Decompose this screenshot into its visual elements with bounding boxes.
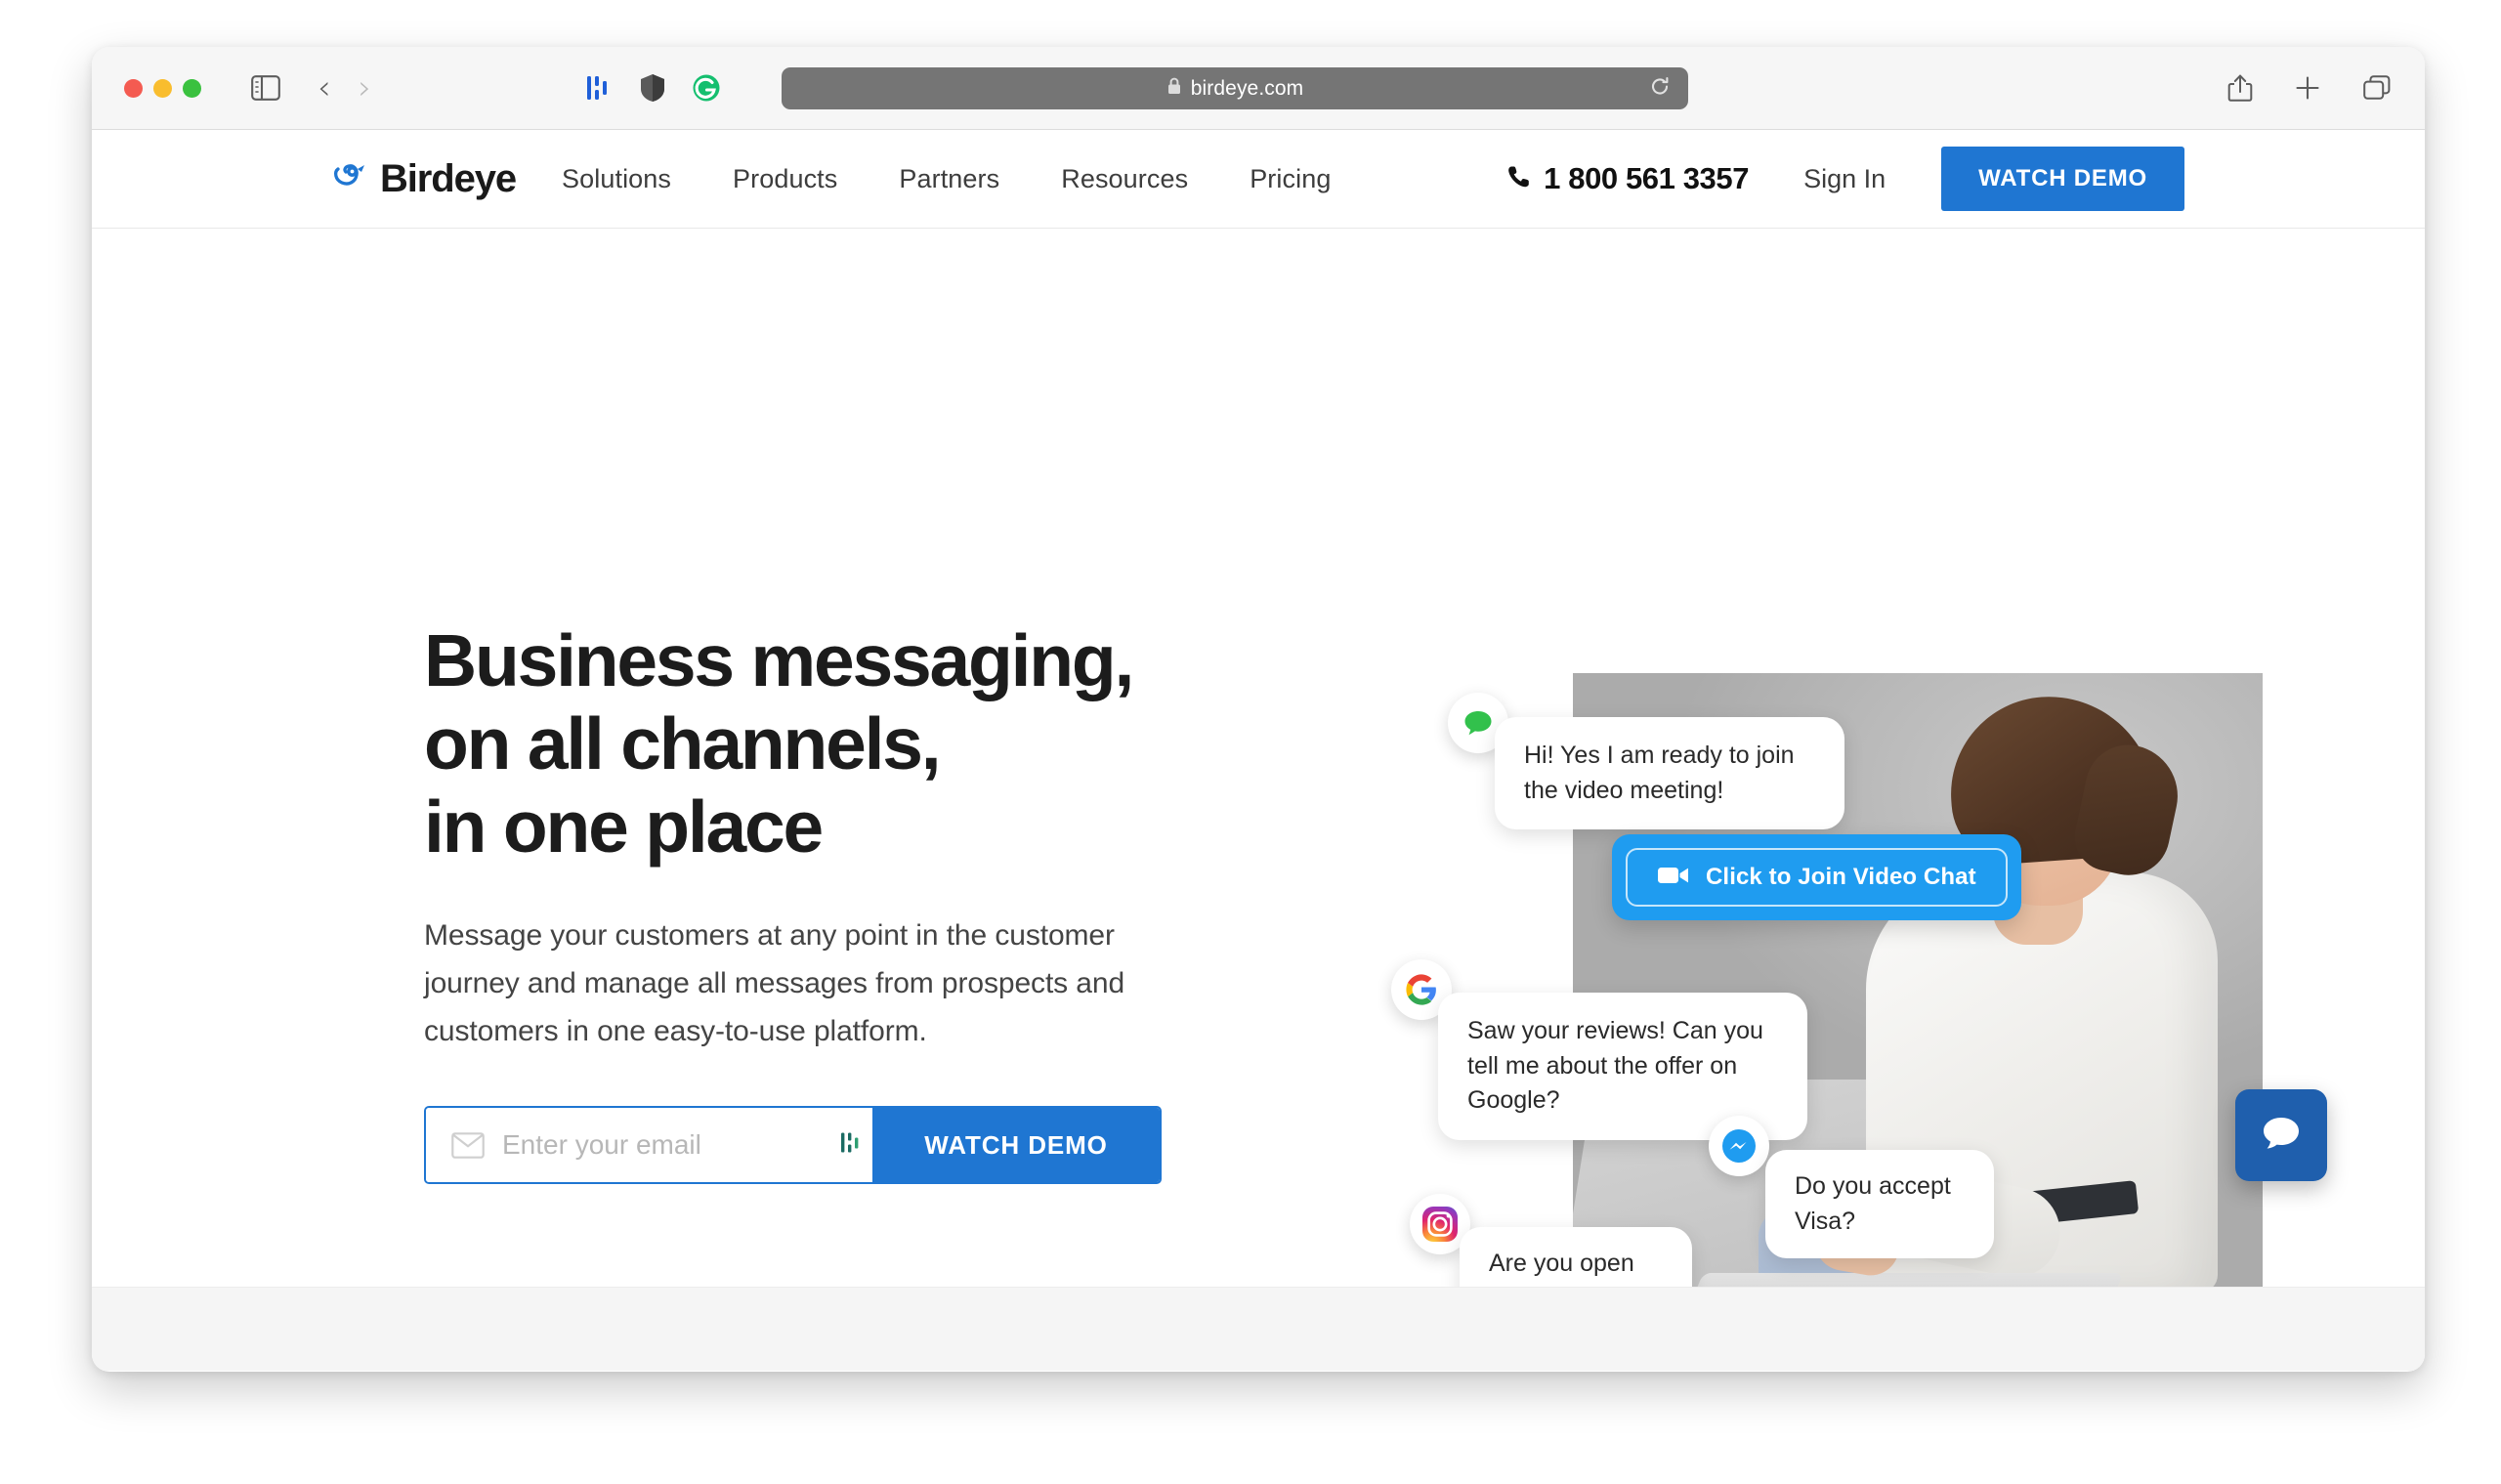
back-arrow-icon[interactable]: ‹ [318, 71, 331, 105]
chat-bubble-icon [2259, 1113, 2304, 1159]
bubble-google: Saw your reviews! Can you tell me about … [1438, 993, 1807, 1140]
lock-icon [1166, 76, 1182, 101]
toolbar-right-actions[interactable] [2227, 73, 2392, 103]
hero-subheading: Message your customers at any point in t… [424, 919, 1125, 1047]
site-navbar: Birdeye Solutions Products Partners Reso… [92, 130, 2425, 229]
video-chat-cta-inner[interactable]: Click to Join Video Chat [1626, 848, 2008, 907]
birdeye-bird-icon [332, 160, 369, 198]
nav-right-actions: 1 800 561 3357 Sign In WATCH DEMO [1506, 147, 2184, 211]
navigation-arrows[interactable]: ‹ › [318, 71, 371, 105]
watch-demo-nav-button[interactable]: WATCH DEMO [1941, 147, 2184, 211]
nav-links: Solutions Products Partners Resources Pr… [562, 164, 1331, 194]
page-viewport: Birdeye Solutions Products Partners Reso… [92, 130, 2425, 1371]
window-controls[interactable] [124, 78, 201, 98]
phone-number[interactable]: 1 800 561 3357 [1506, 161, 1749, 196]
nav-link-partners[interactable]: Partners [899, 164, 999, 194]
hero-copy: Business messaging, on all channels, in … [424, 619, 1303, 1185]
email-signup-form: WATCH DEMO [424, 1106, 1162, 1185]
nav-link-resources[interactable]: Resources [1061, 164, 1188, 194]
nav-link-solutions[interactable]: Solutions [562, 164, 671, 194]
sidebar-toggle-icon[interactable] [251, 75, 280, 101]
headline-line-3: in one place [424, 785, 824, 869]
forward-arrow-icon[interactable]: › [359, 71, 372, 105]
page-footer-strip [92, 1287, 2425, 1371]
password-manager-icon[interactable] [839, 1129, 865, 1162]
headline-line-2: on all channels, [424, 702, 942, 785]
maximize-window-button[interactable] [183, 78, 201, 98]
screenshot-stage: ‹ › birdeye.com Birdeye Solutions Produc… [0, 0, 2501, 1484]
video-camera-icon [1657, 865, 1690, 891]
close-window-button[interactable] [124, 78, 143, 98]
facebook-messenger-icon [1709, 1116, 1769, 1176]
plus-icon[interactable] [2294, 74, 2321, 102]
nav-link-pricing[interactable]: Pricing [1250, 164, 1331, 194]
bubble-sms: Hi! Yes I am ready to join the video mee… [1495, 717, 1844, 829]
tab-overview-icon[interactable] [2362, 74, 2392, 102]
browser-window: ‹ › birdeye.com Birdeye Solutions Produc… [92, 47, 2425, 1372]
video-chat-cta[interactable]: Click to Join Video Chat [1612, 834, 2021, 920]
reload-icon[interactable] [1649, 75, 1671, 102]
brand-name: Birdeye [380, 156, 517, 200]
hero-section: Business messaging, on all channels, in … [92, 229, 2425, 1336]
watch-demo-cta-button[interactable]: WATCH DEMO [872, 1108, 1160, 1183]
grammarly-icon[interactable] [692, 73, 721, 103]
shield-privacy-icon[interactable] [640, 73, 665, 103]
page-title: Business messaging, on all channels, in … [424, 619, 1303, 869]
address-bar[interactable]: birdeye.com [782, 67, 1688, 109]
nav-link-products[interactable]: Products [733, 164, 837, 194]
video-chat-cta-label: Click to Join Video Chat [1706, 864, 1976, 890]
envelope-icon [451, 1131, 485, 1159]
share-icon[interactable] [2227, 73, 2253, 103]
chat-widget-button[interactable] [2235, 1089, 2327, 1181]
minimize-window-button[interactable] [153, 78, 172, 98]
onepassword-icon[interactable] [586, 73, 614, 103]
brand-logo[interactable]: Birdeye [332, 156, 517, 201]
phone-icon [1506, 164, 1532, 194]
bubble-messenger: Do you accept Visa? [1765, 1150, 1994, 1258]
email-input[interactable] [502, 1129, 872, 1162]
url-text: birdeye.com [1190, 76, 1304, 100]
sign-in-link[interactable]: Sign In [1803, 164, 1886, 194]
email-input-wrapper[interactable] [426, 1108, 872, 1183]
headline-line-1: Business messaging, [424, 619, 1134, 701]
browser-toolbar: ‹ › birdeye.com [92, 47, 2425, 130]
extension-icons[interactable] [586, 73, 721, 103]
phone-number-text: 1 800 561 3357 [1544, 161, 1750, 195]
